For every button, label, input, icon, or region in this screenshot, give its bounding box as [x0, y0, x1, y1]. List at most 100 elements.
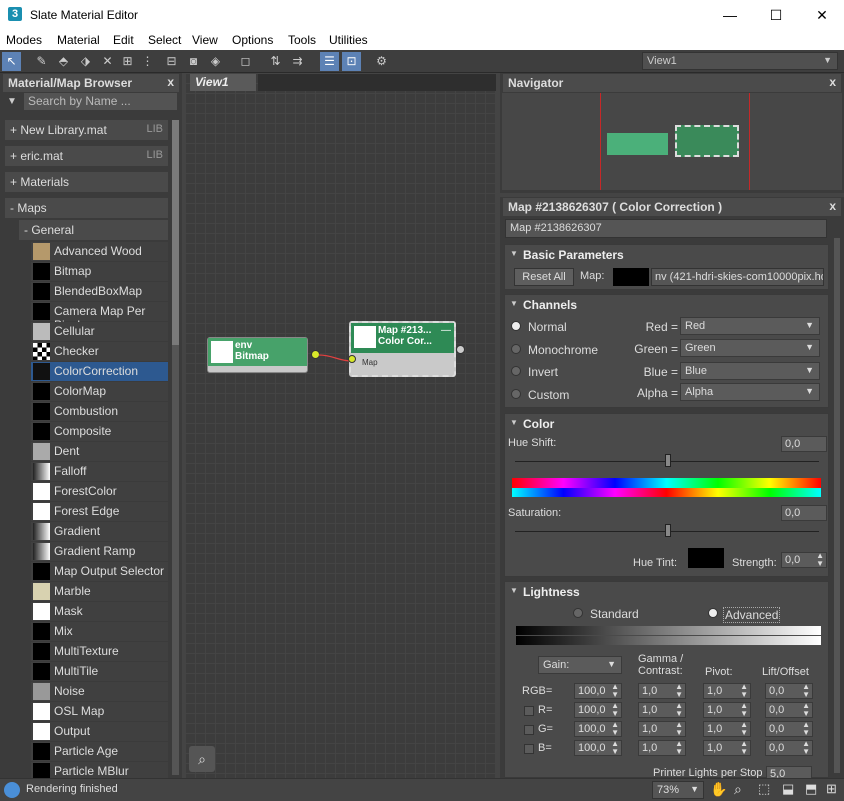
- gain-dropdown[interactable]: Gain: ▼: [538, 656, 622, 674]
- move-children-icon[interactable]: ⊞: [118, 52, 137, 71]
- menu-tools[interactable]: Tools: [288, 33, 316, 47]
- tab-view1[interactable]: View1: [190, 74, 256, 91]
- blue-dropdown[interactable]: Blue ▼: [680, 362, 820, 380]
- lightness-gamma-spinner[interactable]: 1,0 ▲ ▼: [638, 702, 686, 718]
- menu-material[interactable]: Material: [57, 33, 100, 47]
- map-name-field[interactable]: Map #2138626307: [505, 219, 827, 238]
- channel-checkbox[interactable]: [524, 706, 534, 716]
- navigation-icon[interactable]: ⊞: [826, 781, 837, 797]
- layout-icon[interactable]: ⋮: [138, 52, 157, 71]
- saturation-spinner[interactable]: 0,0: [781, 505, 827, 521]
- close-icon[interactable]: x: [829, 75, 836, 89]
- menu-utilities[interactable]: Utilities: [329, 33, 368, 47]
- lightness-gain-spinner[interactable]: 100,0 ▲ ▼: [574, 683, 622, 699]
- zoom-region-icon[interactable]: ⬚: [758, 781, 770, 797]
- map-item[interactable]: Dent: [31, 442, 168, 461]
- lightness-gamma-spinner[interactable]: 1,0 ▲ ▼: [638, 740, 686, 756]
- map-item[interactable]: Map Output Selector: [31, 562, 168, 581]
- menu-select[interactable]: Select: [148, 33, 181, 47]
- map-item[interactable]: Cellular: [31, 322, 168, 341]
- collapse-triangle-icon[interactable]: ▼: [510, 418, 518, 427]
- map-item[interactable]: MultiTexture: [31, 642, 168, 661]
- map-item[interactable]: MultiTile: [31, 662, 168, 681]
- output-socket-cc[interactable]: [456, 345, 465, 354]
- hue-tint-swatch[interactable]: [688, 548, 724, 568]
- map-item[interactable]: Mask: [31, 602, 168, 621]
- map-swatch[interactable]: [613, 268, 649, 286]
- lightness-gain-spinner[interactable]: 100,0 ▲ ▼: [574, 740, 622, 756]
- close-icon[interactable]: x: [167, 75, 174, 89]
- lightness-pivot-spinner[interactable]: 1,0 ▲ ▼: [703, 702, 751, 718]
- lightness-gain-spinner[interactable]: 100,0 ▲ ▼: [574, 702, 622, 718]
- zoom-field[interactable]: 73% ▼: [652, 781, 704, 799]
- minimize-button[interactable]: —: [720, 6, 740, 24]
- strength-spinner[interactable]: 0,0 ▲ ▼: [781, 552, 827, 568]
- layout-children-icon[interactable]: ⊟: [162, 52, 181, 71]
- collapse-triangle-icon[interactable]: ▼: [510, 586, 518, 595]
- map-item[interactable]: BlendedBoxMap: [31, 282, 168, 301]
- menu-edit[interactable]: Edit: [113, 33, 134, 47]
- radio-custom[interactable]: [511, 389, 521, 399]
- map-button[interactable]: nv (421-hdri-skies-com10000pix.hdr): [651, 268, 824, 286]
- map-item[interactable]: Noise: [31, 682, 168, 701]
- zoom-selected-icon[interactable]: ⬒: [805, 781, 817, 797]
- hue-shift-spinner[interactable]: 0,0: [781, 436, 827, 452]
- collapse-icon[interactable]: —: [441, 325, 451, 336]
- lightness-gamma-spinner[interactable]: 1,0 ▲ ▼: [638, 683, 686, 699]
- zoom-extents-icon[interactable]: ⬓: [782, 781, 794, 797]
- library-new-library[interactable]: + New Library.mat LIB: [5, 120, 168, 140]
- map-item[interactable]: Composite: [31, 422, 168, 441]
- library-eric[interactable]: + eric.mat LIB: [5, 146, 168, 166]
- menu-options[interactable]: Options: [232, 33, 273, 47]
- map-item[interactable]: Advanced Wood: [31, 242, 168, 261]
- map-item[interactable]: ColorCorrection: [31, 362, 168, 381]
- node-color-correction[interactable]: Map #213... Color Cor... Map —: [349, 321, 456, 377]
- alpha-dropdown[interactable]: Alpha ▼: [680, 383, 820, 401]
- browser-scrollbar[interactable]: [172, 120, 179, 775]
- radio-monochrome[interactable]: [511, 344, 521, 354]
- map-item[interactable]: Mix: [31, 622, 168, 641]
- map-item[interactable]: ForestColor: [31, 482, 168, 501]
- input-socket[interactable]: [348, 355, 356, 363]
- select-tool-icon[interactable]: ↖: [2, 52, 21, 71]
- lightness-lift-spinner[interactable]: 0,0 ▲ ▼: [765, 740, 813, 756]
- lightness-gain-spinner[interactable]: 100,0 ▲ ▼: [574, 721, 622, 737]
- close-button[interactable]: ✕: [812, 6, 832, 24]
- collapse-triangle-icon[interactable]: ▼: [510, 249, 518, 258]
- lightness-gamma-spinner[interactable]: 1,0 ▲ ▼: [638, 721, 686, 737]
- maximize-button[interactable]: ☐: [766, 6, 786, 24]
- map-item[interactable]: Marble: [31, 582, 168, 601]
- collapse-triangle-icon[interactable]: ▼: [510, 299, 518, 308]
- search-options-icon[interactable]: ▼: [7, 96, 17, 107]
- group-general[interactable]: - General: [19, 220, 168, 240]
- radio-advanced[interactable]: [708, 608, 718, 618]
- map-item[interactable]: Camera Map Per Pixel: [31, 302, 168, 332]
- options-icon[interactable]: ⚙: [372, 52, 391, 71]
- node-view[interactable]: [185, 73, 496, 778]
- map-item[interactable]: Checker: [31, 342, 168, 361]
- put-material-icon[interactable]: ⬘: [54, 52, 73, 71]
- show-map-icon[interactable]: ◙: [184, 52, 203, 71]
- radio-invert[interactable]: [511, 366, 521, 376]
- binoculars-icon[interactable]: ⌕: [189, 746, 215, 772]
- pan-icon[interactable]: ✋: [710, 781, 727, 798]
- props-scrollbar[interactable]: [834, 238, 840, 773]
- lightness-pivot-spinner[interactable]: 1,0 ▲ ▼: [703, 740, 751, 756]
- library-maps[interactable]: - Maps: [5, 198, 168, 218]
- lightness-pivot-spinner[interactable]: 1,0 ▲ ▼: [703, 683, 751, 699]
- assign-material-icon[interactable]: ⬗: [76, 52, 95, 71]
- map-item[interactable]: Combustion: [31, 402, 168, 421]
- map-item[interactable]: ColorMap: [31, 382, 168, 401]
- map-item[interactable]: OSL Map: [31, 702, 168, 721]
- view-selector[interactable]: View1 ▼: [642, 52, 838, 70]
- channel-checkbox[interactable]: [524, 744, 534, 754]
- map-item[interactable]: Gradient Ramp: [31, 542, 168, 561]
- reset-all-button[interactable]: Reset All: [514, 268, 574, 286]
- menu-view[interactable]: View: [192, 33, 218, 47]
- lightness-pivot-spinner[interactable]: 1,0 ▲ ▼: [703, 721, 751, 737]
- delete-icon[interactable]: ✕: [98, 52, 117, 71]
- map-item[interactable]: Falloff: [31, 462, 168, 481]
- map-item[interactable]: Output: [31, 722, 168, 741]
- lightness-lift-spinner[interactable]: 0,0 ▲ ▼: [765, 702, 813, 718]
- map-item[interactable]: Gradient: [31, 522, 168, 541]
